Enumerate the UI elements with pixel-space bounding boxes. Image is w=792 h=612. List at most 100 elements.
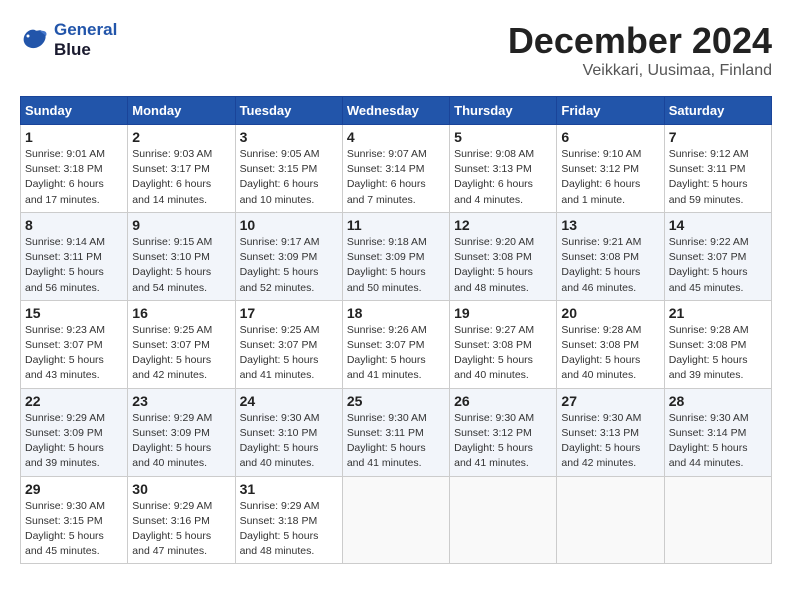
day-number: 31 bbox=[240, 481, 338, 497]
calendar-title: December 2024 bbox=[508, 20, 772, 62]
calendar-cell: 30 Sunrise: 9:29 AMSunset: 3:16 PMDayligh… bbox=[128, 476, 235, 564]
calendar-cell: 7Sunrise: 9:12 AMSunset: 3:11 PMDaylight… bbox=[664, 125, 771, 213]
day-number: 14 bbox=[669, 217, 767, 233]
calendar-week-row: 22Sunrise: 9:29 AMSunset: 3:09 PMDayligh… bbox=[21, 388, 772, 476]
day-number: 27 bbox=[561, 393, 659, 409]
calendar-cell bbox=[450, 476, 557, 564]
calendar-cell: 5 Sunrise: 9:08 AMSunset: 3:13 PMDaylight… bbox=[450, 125, 557, 213]
day-number: 23 bbox=[132, 393, 230, 409]
day-info: Sunrise: 9:30 AMSunset: 3:15 PMDaylight:… bbox=[25, 499, 123, 560]
day-info: Sunrise: 9:18 AMSunset: 3:09 PMDaylight:… bbox=[347, 235, 445, 296]
calendar-cell: 12Sunrise: 9:20 AMSunset: 3:08 PMDayligh… bbox=[450, 212, 557, 300]
weekday-header-monday: Monday bbox=[128, 97, 235, 125]
day-number: 16 bbox=[132, 305, 230, 321]
day-info: Sunrise: 9:23 AMSunset: 3:07 PMDaylight:… bbox=[25, 323, 123, 384]
day-number: 8 bbox=[25, 217, 123, 233]
day-info: Sunrise: 9:30 AMSunset: 3:12 PMDaylight:… bbox=[454, 411, 552, 472]
day-info: Sunrise: 9:29 AMSunset: 3:16 PMDaylight:… bbox=[132, 499, 230, 560]
calendar-cell: 21Sunrise: 9:28 AMSunset: 3:08 PMDayligh… bbox=[664, 300, 771, 388]
day-number: 21 bbox=[669, 305, 767, 321]
weekday-header-tuesday: Tuesday bbox=[235, 97, 342, 125]
calendar-week-row: 1Sunrise: 9:01 AMSunset: 3:18 PMDaylight… bbox=[21, 125, 772, 213]
day-number: 26 bbox=[454, 393, 552, 409]
weekday-header-thursday: Thursday bbox=[450, 97, 557, 125]
weekday-header-wednesday: Wednesday bbox=[342, 97, 449, 125]
day-number: 30 bbox=[132, 481, 230, 497]
day-number: 10 bbox=[240, 217, 338, 233]
day-number: 12 bbox=[454, 217, 552, 233]
calendar-cell: 13 Sunrise: 9:21 AMSunset: 3:08 PMDayligh… bbox=[557, 212, 664, 300]
day-number: 9 bbox=[132, 217, 230, 233]
day-number: 18 bbox=[347, 305, 445, 321]
calendar-cell: 8Sunrise: 9:14 AMSunset: 3:11 PMDaylight… bbox=[21, 212, 128, 300]
calendar-cell: 19 Sunrise: 9:27 AMSunset: 3:08 PMDayligh… bbox=[450, 300, 557, 388]
day-number: 3 bbox=[240, 129, 338, 145]
day-number: 13 bbox=[561, 217, 659, 233]
day-number: 2 bbox=[132, 129, 230, 145]
day-info: Sunrise: 9:08 AMSunset: 3:13 PMDaylight:… bbox=[454, 147, 552, 208]
calendar-week-row: 29 Sunrise: 9:30 AMSunset: 3:15 PMDayligh… bbox=[21, 476, 772, 564]
day-number: 4 bbox=[347, 129, 445, 145]
day-info: Sunrise: 9:30 AMSunset: 3:13 PMDaylight:… bbox=[561, 411, 659, 472]
logo-text: General Blue bbox=[54, 20, 117, 61]
calendar-cell: 28 Sunrise: 9:30 AMSunset: 3:14 PMDayligh… bbox=[664, 388, 771, 476]
day-number: 5 bbox=[454, 129, 552, 145]
calendar-cell: 3 Sunrise: 9:05 AMSunset: 3:15 PMDaylight… bbox=[235, 125, 342, 213]
day-info: Sunrise: 9:17 AMSunset: 3:09 PMDaylight:… bbox=[240, 235, 338, 296]
calendar-cell: 22Sunrise: 9:29 AMSunset: 3:09 PMDayligh… bbox=[21, 388, 128, 476]
day-info: Sunrise: 9:26 AMSunset: 3:07 PMDaylight:… bbox=[347, 323, 445, 384]
calendar-cell: 24 Sunrise: 9:30 AMSunset: 3:10 PMDayligh… bbox=[235, 388, 342, 476]
calendar-cell: 20Sunrise: 9:28 AMSunset: 3:08 PMDayligh… bbox=[557, 300, 664, 388]
day-number: 20 bbox=[561, 305, 659, 321]
calendar-table: SundayMondayTuesdayWednesdayThursdayFrid… bbox=[20, 96, 772, 564]
title-block: December 2024 Veikkari, Uusimaa, Finland bbox=[508, 20, 772, 80]
calendar-cell: 1Sunrise: 9:01 AMSunset: 3:18 PMDaylight… bbox=[21, 125, 128, 213]
day-info: Sunrise: 9:25 AMSunset: 3:07 PMDaylight:… bbox=[240, 323, 338, 384]
calendar-cell: 2 Sunrise: 9:03 AMSunset: 3:17 PMDaylight… bbox=[128, 125, 235, 213]
logo-icon bbox=[20, 26, 50, 54]
page-header: General Blue December 2024 Veikkari, Uus… bbox=[20, 20, 772, 80]
day-info: Sunrise: 9:30 AMSunset: 3:10 PMDaylight:… bbox=[240, 411, 338, 472]
day-number: 17 bbox=[240, 305, 338, 321]
day-info: Sunrise: 9:29 AMSunset: 3:09 PMDaylight:… bbox=[132, 411, 230, 472]
calendar-cell: 4 Sunrise: 9:07 AMSunset: 3:14 PMDaylight… bbox=[342, 125, 449, 213]
calendar-cell: 23 Sunrise: 9:29 AMSunset: 3:09 PMDayligh… bbox=[128, 388, 235, 476]
calendar-cell: 17 Sunrise: 9:25 AMSunset: 3:07 PMDayligh… bbox=[235, 300, 342, 388]
day-info: Sunrise: 9:07 AMSunset: 3:14 PMDaylight:… bbox=[347, 147, 445, 208]
day-info: Sunrise: 9:22 AMSunset: 3:07 PMDaylight:… bbox=[669, 235, 767, 296]
calendar-cell bbox=[342, 476, 449, 564]
day-number: 7 bbox=[669, 129, 767, 145]
calendar-cell: 18 Sunrise: 9:26 AMSunset: 3:07 PMDayligh… bbox=[342, 300, 449, 388]
day-info: Sunrise: 9:01 AMSunset: 3:18 PMDaylight:… bbox=[25, 147, 123, 208]
day-number: 25 bbox=[347, 393, 445, 409]
weekday-header-saturday: Saturday bbox=[664, 97, 771, 125]
day-number: 29 bbox=[25, 481, 123, 497]
day-info: Sunrise: 9:29 AMSunset: 3:09 PMDaylight:… bbox=[25, 411, 123, 472]
calendar-cell: 10 Sunrise: 9:17 AMSunset: 3:09 PMDayligh… bbox=[235, 212, 342, 300]
calendar-header-row: SundayMondayTuesdayWednesdayThursdayFrid… bbox=[21, 97, 772, 125]
calendar-cell: 26 Sunrise: 9:30 AMSunset: 3:12 PMDayligh… bbox=[450, 388, 557, 476]
day-info: Sunrise: 9:03 AMSunset: 3:17 PMDaylight:… bbox=[132, 147, 230, 208]
day-number: 28 bbox=[669, 393, 767, 409]
calendar-week-row: 15 Sunrise: 9:23 AMSunset: 3:07 PMDayligh… bbox=[21, 300, 772, 388]
day-number: 6 bbox=[561, 129, 659, 145]
calendar-cell: 6 Sunrise: 9:10 AMSunset: 3:12 PMDaylight… bbox=[557, 125, 664, 213]
day-info: Sunrise: 9:21 AMSunset: 3:08 PMDaylight:… bbox=[561, 235, 659, 296]
calendar-cell bbox=[557, 476, 664, 564]
calendar-week-row: 8Sunrise: 9:14 AMSunset: 3:11 PMDaylight… bbox=[21, 212, 772, 300]
calendar-cell: 31 Sunrise: 9:29 AMSunset: 3:18 PMDayligh… bbox=[235, 476, 342, 564]
day-number: 19 bbox=[454, 305, 552, 321]
calendar-cell: 14 Sunrise: 9:22 AMSunset: 3:07 PMDayligh… bbox=[664, 212, 771, 300]
calendar-cell: 29 Sunrise: 9:30 AMSunset: 3:15 PMDayligh… bbox=[21, 476, 128, 564]
day-info: Sunrise: 9:29 AMSunset: 3:18 PMDaylight:… bbox=[240, 499, 338, 560]
day-info: Sunrise: 9:10 AMSunset: 3:12 PMDaylight:… bbox=[561, 147, 659, 208]
day-number: 15 bbox=[25, 305, 123, 321]
day-info: Sunrise: 9:27 AMSunset: 3:08 PMDaylight:… bbox=[454, 323, 552, 384]
day-info: Sunrise: 9:05 AMSunset: 3:15 PMDaylight:… bbox=[240, 147, 338, 208]
calendar-cell bbox=[664, 476, 771, 564]
weekday-header-friday: Friday bbox=[557, 97, 664, 125]
day-info: Sunrise: 9:15 AMSunset: 3:10 PMDaylight:… bbox=[132, 235, 230, 296]
day-info: Sunrise: 9:30 AMSunset: 3:14 PMDaylight:… bbox=[669, 411, 767, 472]
day-number: 24 bbox=[240, 393, 338, 409]
calendar-cell: 25Sunrise: 9:30 AMSunset: 3:11 PMDayligh… bbox=[342, 388, 449, 476]
